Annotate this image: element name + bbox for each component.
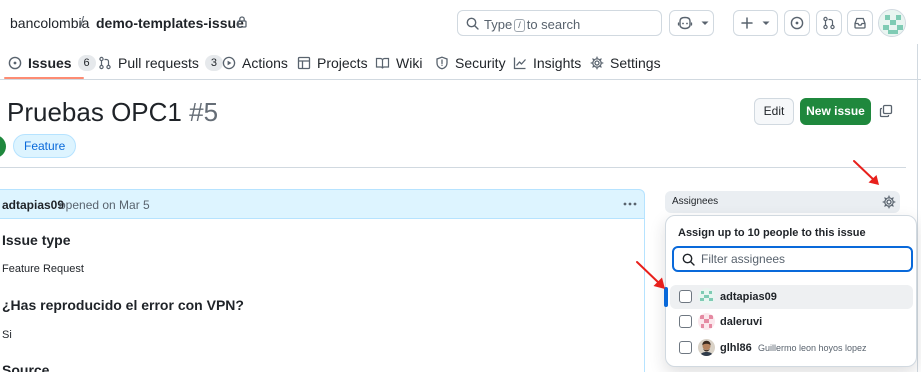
assignee-login: adtapias09	[720, 291, 777, 303]
assignee-checkbox[interactable]	[679, 290, 692, 303]
issue-type-value: Feature Request	[2, 263, 84, 275]
tab-settings-label: Settings	[610, 55, 661, 71]
tab-projects[interactable]: Projects	[297, 52, 368, 74]
new-issue-button[interactable]: New issue	[800, 98, 871, 125]
assignee-option[interactable]: daleruvi	[670, 310, 913, 334]
tab-pull-requests[interactable]: Pull requests 3	[98, 52, 223, 74]
tab-projects-label: Projects	[317, 55, 368, 71]
pull-requests-global-button[interactable]	[816, 10, 842, 36]
comment-author[interactable]: adtapias09	[2, 198, 64, 212]
avatar	[698, 339, 715, 356]
filter-assignees-field[interactable]	[672, 246, 913, 272]
search-icon	[466, 17, 479, 30]
tab-actions-label: Actions	[242, 55, 288, 71]
issues-count-badge: 6	[77, 55, 96, 71]
assignee-login: glhl86	[720, 342, 752, 354]
tab-pull-requests-label: Pull requests	[118, 55, 199, 71]
play-icon	[222, 56, 236, 70]
copy-icon[interactable]	[879, 104, 893, 118]
heading-issue-type: Issue type	[2, 232, 71, 248]
breadcrumb-owner[interactable]: bancolombia	[10, 15, 89, 31]
filter-assignees-input[interactable]	[701, 251, 901, 267]
vpn-value: Si	[2, 329, 12, 341]
search-input[interactable]: Type / to search	[457, 10, 662, 36]
issue-title-text: Pruebas OPC1	[7, 97, 182, 127]
breadcrumb-separator: /	[80, 14, 85, 31]
edit-button[interactable]: Edit	[754, 98, 794, 125]
annotation-arrow-icon	[851, 158, 881, 188]
gear-icon	[590, 56, 604, 70]
header-divider	[0, 167, 906, 168]
heading-source: Source	[2, 362, 50, 372]
search-placeholder: Type / to search	[484, 17, 581, 32]
create-new-button[interactable]	[733, 10, 778, 36]
assignee-login: daleruvi	[720, 316, 763, 328]
annotation-arrow-icon	[633, 258, 669, 294]
shield-icon	[435, 56, 449, 70]
avatar	[698, 313, 715, 330]
issue-opened-icon	[8, 56, 22, 70]
assignees-header[interactable]: Assignees	[665, 191, 900, 213]
pull-requests-count-badge: 3	[204, 55, 223, 71]
assignee-option[interactable]: glhl86 Guillermo leon hoyos lopez	[670, 336, 913, 360]
tab-security-label: Security	[455, 55, 506, 71]
assignees-title: Assignees	[672, 196, 719, 207]
tab-insights-label: Insights	[533, 55, 582, 71]
scrollbar-edge	[917, 44, 918, 372]
top-header: bancolombia / demo-templates-issue Type /…	[0, 0, 921, 44]
assignees-popover: Assign up to 10 people to this issue adt…	[664, 215, 917, 367]
heading-vpn: ¿Has reproducido el error con VPN?	[2, 297, 244, 313]
issue-title: Pruebas OPC1 #5	[7, 97, 218, 128]
search-icon	[682, 253, 695, 266]
user-avatar[interactable]	[878, 9, 906, 37]
lock-icon	[236, 15, 248, 28]
issue-number: #5	[189, 97, 219, 127]
tab-wiki-label: Wiki	[396, 55, 423, 71]
inbox-button[interactable]	[847, 10, 873, 36]
copilot-button[interactable]	[669, 10, 714, 36]
popover-title: Assign up to 10 people to this issue	[678, 227, 866, 239]
book-icon	[375, 56, 390, 70]
avatar	[698, 288, 715, 305]
tab-wiki[interactable]: Wiki	[375, 52, 422, 74]
tab-issues[interactable]: Issues 6	[8, 52, 96, 74]
repo-nav-tabs: Issues 6 Pull requests 3 Actions Project…	[0, 44, 921, 80]
assignee-option[interactable]: adtapias09	[664, 285, 913, 309]
comment-header: adtapias09 opened on Mar 5	[0, 189, 645, 219]
git-pull-request-icon	[98, 56, 112, 70]
tab-actions[interactable]: Actions	[222, 52, 288, 74]
search-shortcut-key: /	[514, 19, 525, 32]
tab-settings[interactable]: Settings	[590, 52, 661, 74]
gear-icon[interactable]	[882, 195, 896, 209]
tab-security[interactable]: Security	[435, 52, 506, 74]
graph-icon	[513, 56, 527, 70]
issue-label[interactable]: Feature	[13, 134, 77, 158]
table-icon	[297, 56, 311, 70]
tab-issues-label: Issues	[28, 55, 72, 71]
tab-insights[interactable]: Insights	[513, 52, 581, 74]
assignee-checkbox[interactable]	[679, 341, 692, 354]
assignee-full-name: Guillermo leon hoyos lopez	[758, 343, 867, 353]
kebab-menu-icon[interactable]	[622, 198, 638, 210]
comment-body	[0, 219, 645, 372]
breadcrumb-repo[interactable]: demo-templates-issue	[96, 15, 244, 31]
comment-meta: opened on Mar 5	[59, 198, 150, 212]
issues-global-button[interactable]	[784, 10, 810, 36]
active-tab-indicator	[4, 77, 84, 79]
issue-state-badge	[0, 135, 6, 158]
assignee-checkbox[interactable]	[679, 315, 692, 328]
